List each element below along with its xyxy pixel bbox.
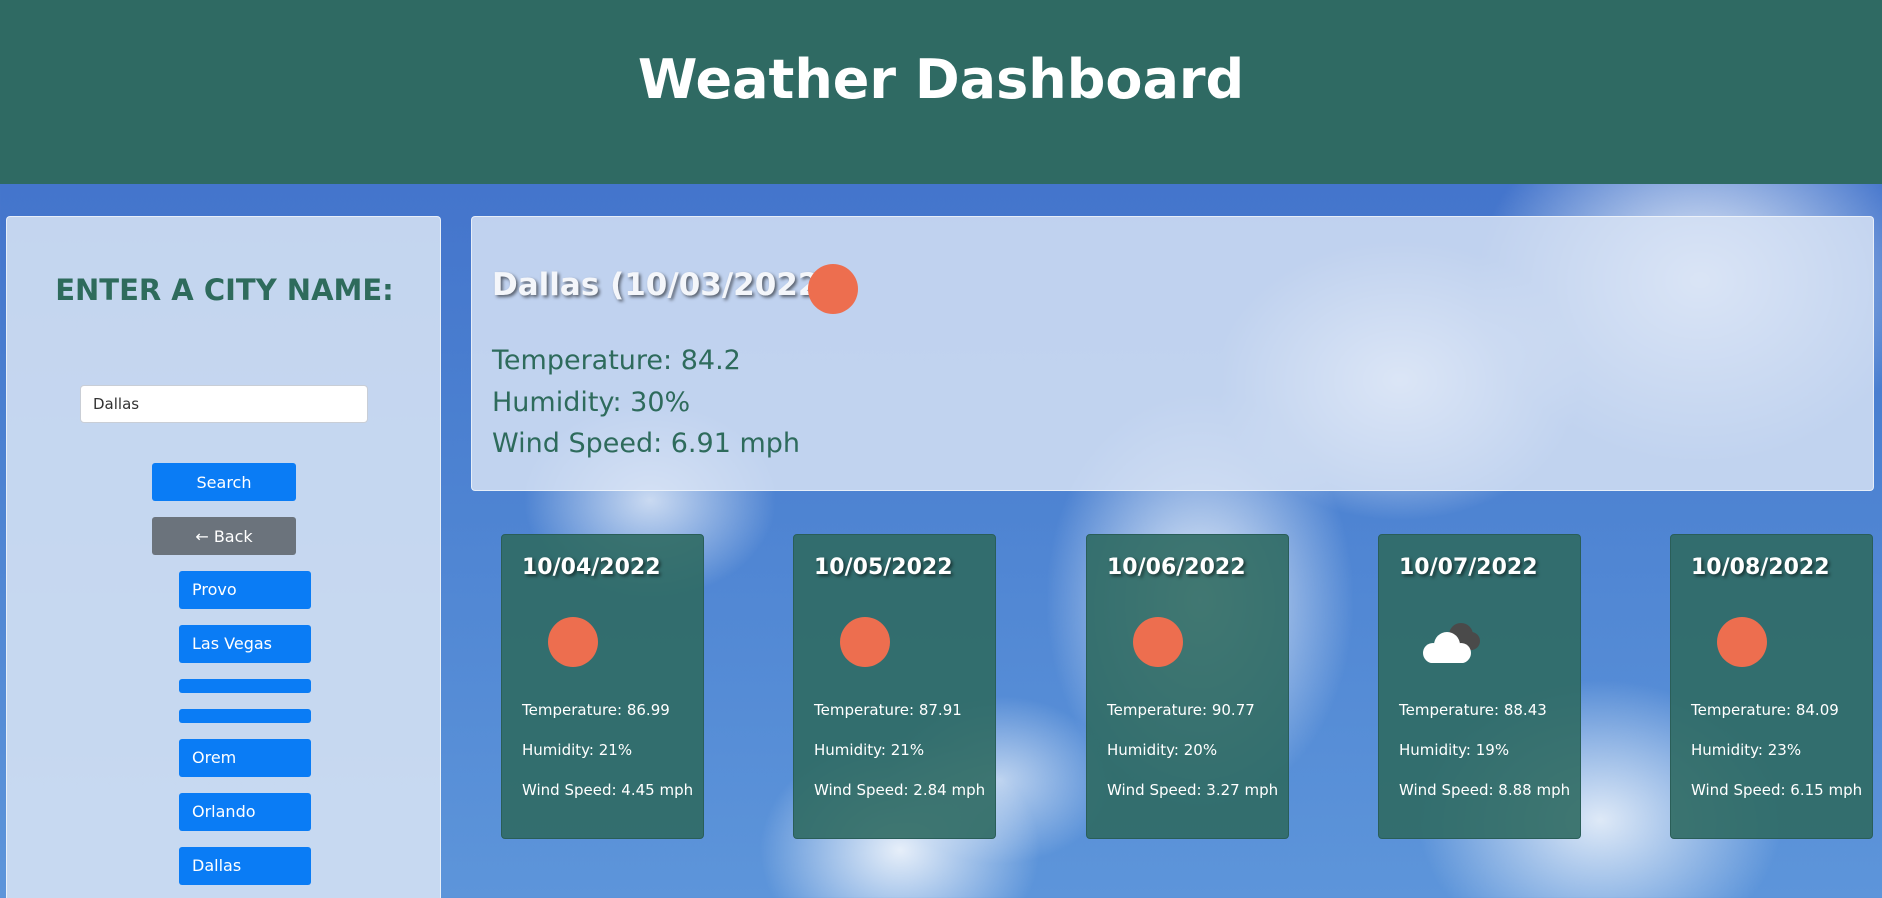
- forecast-humidity: Humidity: 21%: [522, 741, 633, 759]
- search-sidebar: ENTER A CITY NAME: Dallas Search ← Back …: [6, 216, 441, 898]
- forecast-humidity: Humidity: 19%: [1399, 741, 1510, 759]
- current-weather-panel: Dallas (10/03/2022) Temperature: 84.2 Hu…: [471, 216, 1874, 491]
- forecast-humidity: Humidity: 20%: [1107, 741, 1218, 759]
- forecast-card: 10/06/2022 Temperature: 90.77 Humidity: …: [1086, 534, 1289, 839]
- forecast-card: 10/07/2022 Temperature: 88.43 Humidity: …: [1378, 534, 1581, 839]
- forecast-temperature: Temperature: 90.77: [1107, 701, 1255, 719]
- forecast-date: 10/06/2022: [1107, 555, 1246, 580]
- back-button[interactable]: ← Back: [152, 517, 296, 555]
- forecast-temperature: Temperature: 84.09: [1691, 701, 1839, 719]
- search-button[interactable]: Search: [152, 463, 296, 501]
- page-header: Weather Dashboard: [0, 0, 1882, 184]
- history-item-empty[interactable]: [179, 709, 311, 723]
- forecast-temperature: Temperature: 87.91: [814, 701, 962, 719]
- forecast-date: 10/08/2022: [1691, 555, 1830, 580]
- sun-icon: [1133, 617, 1183, 667]
- forecast-wind-speed: Wind Speed: 6.15 mph: [1691, 781, 1863, 799]
- cloud-icon: [1423, 623, 1480, 663]
- forecast-wind-speed: Wind Speed: 4.45 mph: [522, 781, 694, 799]
- forecast-temperature: Temperature: 88.43: [1399, 701, 1547, 719]
- forecast-humidity: Humidity: 21%: [814, 741, 925, 759]
- forecast-humidity: Humidity: 23%: [1691, 741, 1802, 759]
- forecast-date: 10/04/2022: [522, 555, 661, 580]
- current-city-title: Dallas (10/03/2022): [492, 267, 834, 303]
- forecast-temperature: Temperature: 86.99: [522, 701, 670, 719]
- sun-icon: [808, 264, 858, 314]
- current-wind-speed: Wind Speed: 6.91 mph: [492, 428, 801, 459]
- current-temperature: Temperature: 84.2: [492, 345, 741, 376]
- sun-icon: [548, 617, 598, 667]
- forecast-wind-speed: Wind Speed: 8.88 mph: [1399, 781, 1571, 799]
- forecast-card: 10/04/2022 Temperature: 86.99 Humidity: …: [501, 534, 704, 839]
- forecast-wind-speed: Wind Speed: 3.27 mph: [1107, 781, 1279, 799]
- forecast-date: 10/05/2022: [814, 555, 953, 580]
- forecast-card: 10/05/2022 Temperature: 87.91 Humidity: …: [793, 534, 996, 839]
- forecast-wind-speed: Wind Speed: 2.84 mph: [814, 781, 986, 799]
- city-search-input[interactable]: Dallas: [80, 385, 368, 423]
- history-item-orem[interactable]: Orem: [179, 739, 311, 777]
- history-item-empty[interactable]: [179, 679, 311, 693]
- forecast-date: 10/07/2022: [1399, 555, 1538, 580]
- history-item-las-vegas[interactable]: Las Vegas: [179, 625, 311, 663]
- sun-icon: [840, 617, 890, 667]
- search-history-list: Provo Las Vegas Orem Orlando Dallas: [179, 571, 311, 898]
- history-item-orlando[interactable]: Orlando: [179, 793, 311, 831]
- forecast-card: 10/08/2022 Temperature: 84.09 Humidity: …: [1670, 534, 1873, 839]
- history-item-provo[interactable]: Provo: [179, 571, 311, 609]
- search-heading: ENTER A CITY NAME:: [55, 273, 394, 307]
- page-title: Weather Dashboard: [637, 47, 1245, 111]
- current-humidity: Humidity: 30%: [492, 387, 691, 418]
- history-item-dallas[interactable]: Dallas: [179, 847, 311, 885]
- sun-icon: [1717, 617, 1767, 667]
